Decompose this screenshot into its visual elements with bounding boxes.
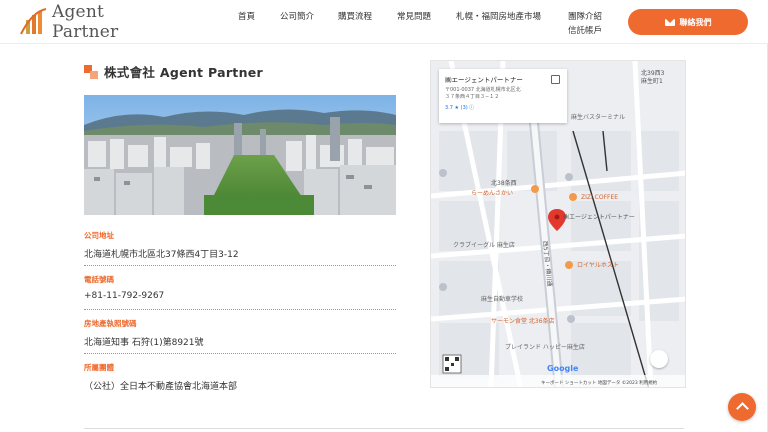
info-value: （公社）全日本不動產協會北海道本部 bbox=[84, 382, 238, 392]
map-restaurant-label: ロイヤルホスト bbox=[577, 262, 619, 269]
map-station-label: 北39西3 bbox=[641, 69, 665, 77]
info-value: +81-11-792-9267 bbox=[84, 291, 165, 301]
map-footer: キーボード ショートカット 地図データ ©2023 利用規約 bbox=[541, 379, 658, 386]
info-row-address: 公司地址 北海道札幌市北區北37條西4丁目3-12 bbox=[84, 230, 396, 260]
logo-text: Agent Partner bbox=[52, 2, 119, 42]
divider bbox=[84, 265, 396, 266]
scroll-top-button[interactable] bbox=[728, 393, 756, 421]
google-map[interactable]: ㈱エージェントパートナー 西5丁目・樽川通 北39西3 麻生町1 麻生バスターミ… bbox=[430, 60, 686, 388]
info-label: 電話號碼 bbox=[84, 275, 114, 284]
map-cafe-label: ZIZI COFFEE bbox=[581, 194, 618, 201]
map-pachinko-label: プレイランド ハッピー麻生店 bbox=[505, 343, 585, 351]
mail-icon bbox=[664, 18, 675, 26]
place-card-rating[interactable]: 3.7 ★ (3) ⓘ bbox=[445, 104, 561, 111]
map-station2-label: 麻生町1 bbox=[641, 77, 663, 85]
square-bullet-icon bbox=[84, 64, 98, 79]
nav-faq[interactable]: 常見問題 bbox=[397, 10, 431, 22]
place-card-address-2: ３７条西４丁目３−１２ bbox=[445, 94, 500, 100]
nav-purchase-flow[interactable]: 購買流程 bbox=[338, 10, 372, 22]
contact-button[interactable]: 聯絡我們 bbox=[628, 9, 748, 35]
company-heading: 株式會社 Agent Partner bbox=[84, 62, 263, 81]
company-title: 株式會社 Agent Partner bbox=[104, 65, 264, 80]
place-card-address-1: 〒001-0037 北海道札幌市北区北 bbox=[445, 87, 521, 93]
google-logo: Google bbox=[547, 364, 579, 373]
divider bbox=[84, 309, 396, 310]
nav-home[interactable]: 首頁 bbox=[238, 10, 255, 22]
logo-mark-icon bbox=[18, 6, 48, 38]
info-value: 北海道知事 石狩(1)第8921號 bbox=[84, 338, 204, 348]
place-card[interactable]: ㈱エージェントパートナー 〒001-0037 北海道札幌市北区北 ３７条西４丁目… bbox=[439, 69, 567, 123]
info-row-phone: 電話號碼 +81-11-792-9267 bbox=[84, 274, 396, 301]
place-card-title: ㈱エージェントパートナー bbox=[445, 76, 523, 84]
logo[interactable]: Agent Partner bbox=[18, 2, 168, 42]
nav-market[interactable]: 札幌・福岡房地產市場 bbox=[456, 10, 541, 22]
info-label: 所屬團體 bbox=[84, 363, 114, 372]
map-terminal-label: 麻生バスターミナル bbox=[571, 113, 625, 121]
site-header: Agent Partner 首頁 公司簡介 購買流程 常見問題 札幌・福岡房地產… bbox=[0, 0, 768, 44]
map-area-label: 北38条西 bbox=[491, 179, 517, 187]
city-photo bbox=[84, 95, 396, 215]
divider bbox=[84, 353, 396, 354]
nav-team[interactable]: 團隊介紹 bbox=[568, 10, 602, 22]
info-row-association: 所屬團體 （公社）全日本不動產協會北海道本部 bbox=[84, 362, 396, 392]
map-club-label: クラブイーグル 麻生店 bbox=[453, 241, 515, 249]
nav-trust-account[interactable]: 信託帳戶 bbox=[568, 24, 602, 36]
open-in-maps-icon[interactable] bbox=[551, 75, 560, 84]
map-diner-label: サーモン食堂 北36条店 bbox=[491, 317, 555, 325]
contact-button-label: 聯絡我們 bbox=[679, 17, 712, 27]
info-value: 北海道札幌市北區北37條西4丁目3-12 bbox=[84, 250, 239, 260]
map-pin-label: ㈱エージェントパートナー bbox=[563, 213, 635, 221]
nav-company[interactable]: 公司簡介 bbox=[280, 10, 314, 22]
map-fullscreen-icon[interactable] bbox=[650, 350, 668, 368]
info-label: 房地產執照號碼 bbox=[84, 319, 137, 328]
map-ramen-label: らーめんさかい bbox=[471, 190, 513, 197]
info-row-license: 房地產執照號碼 北海道知事 石狩(1)第8921號 bbox=[84, 318, 396, 348]
info-label: 公司地址 bbox=[84, 231, 114, 240]
map-school-label: 麻生自動車学校 bbox=[481, 295, 523, 303]
section-divider bbox=[84, 428, 684, 429]
